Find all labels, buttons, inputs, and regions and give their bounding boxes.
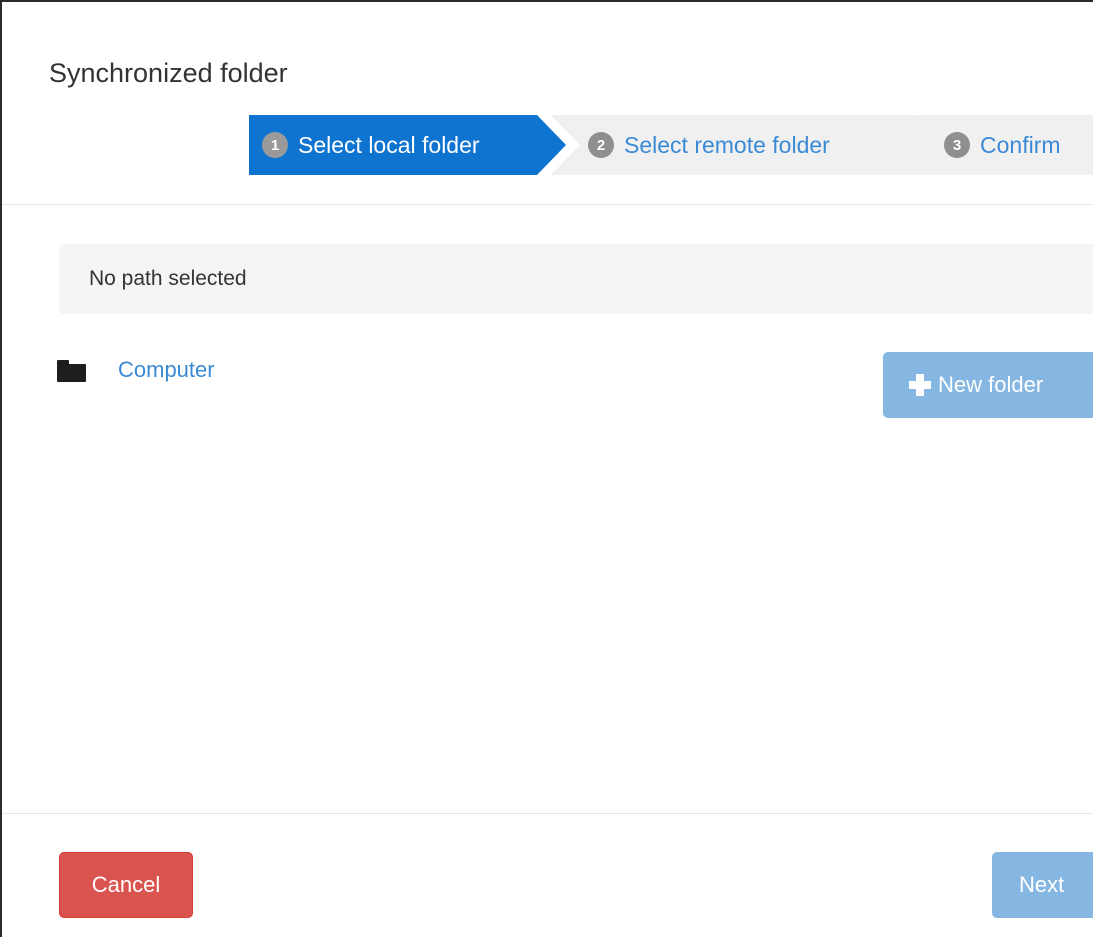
step-number-badge: 3 [944, 132, 970, 158]
step-label: Confirm [980, 131, 1061, 158]
new-folder-label: New folder [938, 372, 1044, 397]
step-number-badge: 1 [262, 132, 288, 158]
plus-icon [909, 374, 931, 396]
selected-path-bar: No path selected [59, 244, 1093, 314]
tree-item-computer[interactable]: Computer [57, 352, 215, 388]
step-label: Select remote folder [624, 131, 830, 158]
wizard-step-select-remote-folder[interactable]: 2 Select remote folder [551, 115, 937, 175]
next-button[interactable]: Next [992, 852, 1093, 918]
step-number-badge: 2 [588, 132, 614, 158]
footer-divider [2, 813, 1093, 814]
new-folder-button[interactable]: New folder [883, 352, 1093, 418]
wizard-step-select-local-folder[interactable]: 1 Select local folder [249, 115, 566, 175]
step-label: Select local folder [298, 131, 480, 158]
sync-folder-dialog: Synchronized folder 1 Select local folde… [0, 0, 1093, 937]
cancel-button[interactable]: Cancel [59, 852, 193, 918]
tree-item-label[interactable]: Computer [118, 357, 215, 383]
dialog-title: Synchronized folder [49, 58, 288, 88]
folder-icon [57, 358, 86, 382]
header-divider [2, 204, 1093, 205]
selected-path-text: No path selected [89, 267, 247, 290]
